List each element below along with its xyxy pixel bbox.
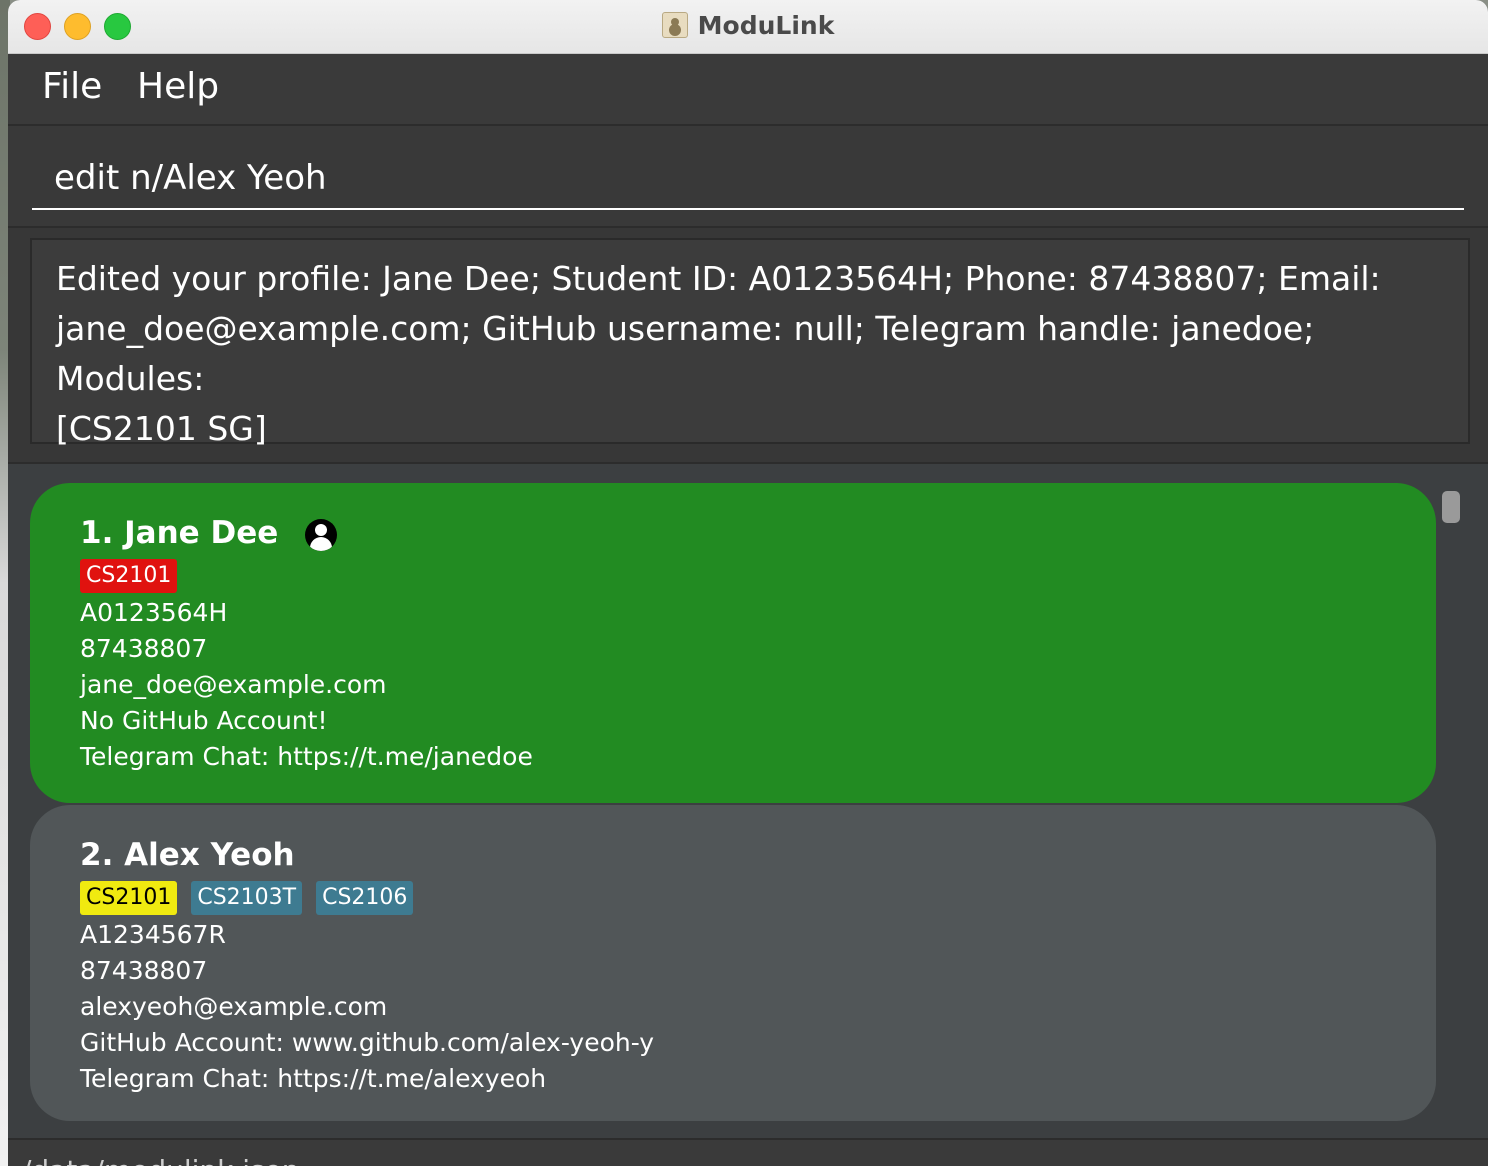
module-tag: CS2103T [191,881,303,915]
command-box [8,126,1488,228]
module-tag: CS2106 [316,881,414,915]
my-profile-icon [305,519,337,551]
person-list[interactable]: 1. Jane Dee CS2101 A0123564H 87438807 ja… [8,464,1488,1136]
github-account: GitHub Account: www.github.com/alex-yeoh… [80,1028,655,1057]
phone: 87438807 [80,956,208,985]
student-id: A1234567R [80,920,226,949]
github-account: No GitHub Account! [80,706,328,735]
module-tag: CS2101 [80,559,178,593]
email: alexyeoh@example.com [80,992,388,1021]
person-details: A1234567R 87438807 alexyeoh@example.com … [80,917,654,1097]
menu-bar: File Help [8,54,1488,126]
telegram-chat: Telegram Chat: https://t.me/janedoe [80,742,533,771]
list-scrollbar[interactable] [1442,491,1460,523]
person-card[interactable]: 2. Alex Yeoh CS2101 CS2103T CS2106 A1234… [30,805,1436,1121]
module-tag: CS2101 [80,881,178,915]
result-display-panel: Edited your profile: Jane Dee; Student I… [8,228,1488,464]
person-name: 2. Alex Yeoh [80,837,295,873]
telegram-chat: Telegram Chat: https://t.me/alexyeoh [80,1064,547,1093]
menu-file[interactable]: File [42,66,102,107]
person-details: A0123564H 87438807 jane_doe@example.com … [80,595,533,775]
address-book-icon [661,12,688,38]
menu-help[interactable]: Help [137,66,219,107]
app-window: ModuLink File Help Edited your profile: … [8,0,1488,1166]
command-input[interactable] [32,148,1464,210]
result-line: jane_doe@example.com; GitHub username: n… [56,309,1315,398]
status-bar: /data/modulink.json [8,1138,1488,1166]
phone: 87438807 [80,634,208,663]
title-bar: ModuLink [8,0,1488,54]
person-name: 1. Jane Dee [80,515,279,551]
result-display[interactable]: Edited your profile: Jane Dee; Student I… [30,238,1470,448]
result-line: [CS2101 SG] [56,409,267,448]
person-card-selected[interactable]: 1. Jane Dee CS2101 A0123564H 87438807 ja… [30,483,1436,803]
email: jane_doe@example.com [80,670,387,699]
result-line: Edited your profile: Jane Dee; Student I… [56,259,1381,298]
module-tags: CS2101 CS2103T CS2106 [80,881,414,915]
window-title-group: ModuLink [8,0,1488,50]
save-location: /data/modulink.json [22,1154,300,1166]
module-tags: CS2101 [80,559,178,593]
window-title: ModuLink [697,10,835,40]
student-id: A0123564H [80,598,228,627]
